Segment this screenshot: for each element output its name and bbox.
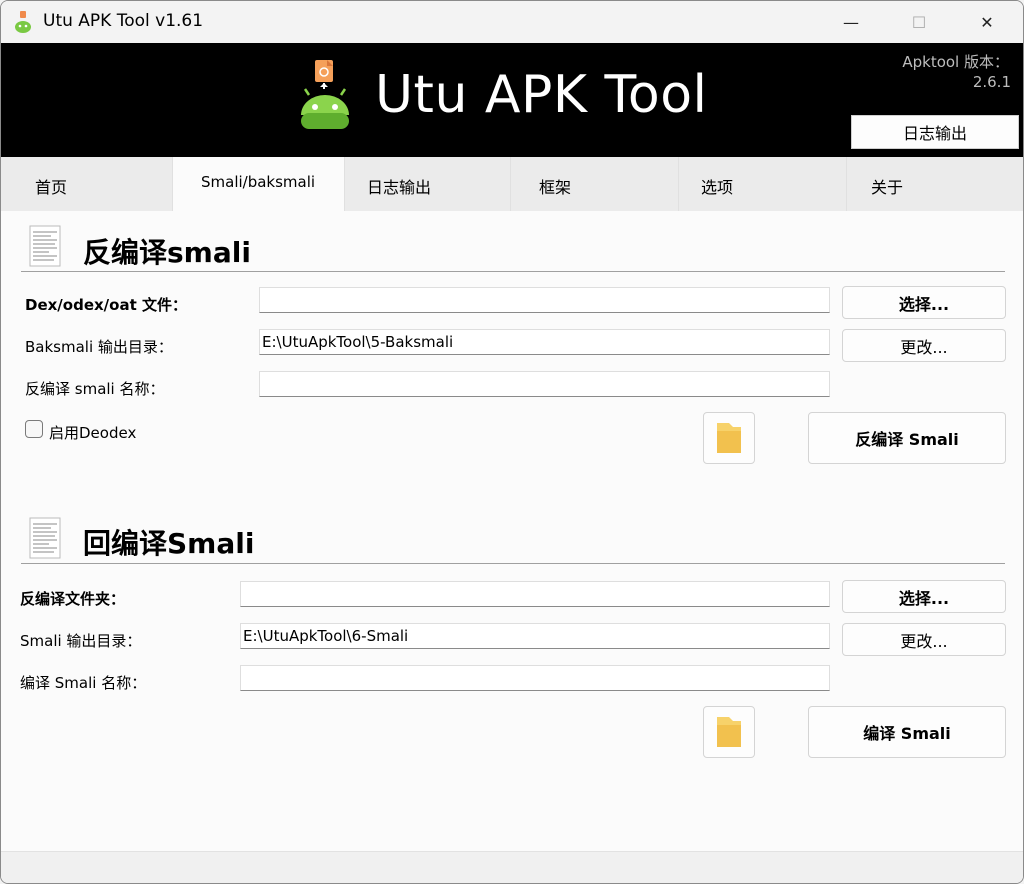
open-folder-button[interactable] bbox=[703, 412, 755, 464]
deodex-checkbox[interactable] bbox=[25, 420, 43, 438]
smali-divider bbox=[21, 563, 1005, 564]
dex-file-input[interactable] bbox=[259, 287, 830, 313]
dex-select-button[interactable]: 选择... bbox=[842, 286, 1006, 319]
tab-options[interactable]: 选项 bbox=[679, 157, 847, 211]
smali-output-input[interactable]: E:\UtuApkTool\6-Smali bbox=[240, 623, 830, 649]
smali-section-title: 回编译Smali bbox=[83, 527, 255, 560]
smali-name-input[interactable] bbox=[240, 665, 830, 691]
apktool-version-value: 2.6.1 bbox=[972, 73, 1011, 91]
minimize-button[interactable]: — bbox=[817, 1, 885, 43]
app-icon bbox=[15, 11, 31, 33]
baksmali-output-change-button[interactable]: 更改... bbox=[842, 329, 1006, 362]
app-window: Utu APK Tool v1.61 — ☐ ✕ Utu APK Tool Ap… bbox=[0, 0, 1024, 884]
status-bar bbox=[1, 851, 1023, 883]
banner-title: Utu APK Tool bbox=[375, 65, 708, 125]
tab-label: 首页 bbox=[35, 178, 68, 197]
smali-run-button[interactable]: 编译 Smali bbox=[808, 706, 1006, 758]
tab-log-output[interactable]: 日志输出 bbox=[345, 157, 511, 211]
window-title: Utu APK Tool v1.61 bbox=[43, 11, 204, 31]
decompiled-folder-label: 反编译文件夹： bbox=[20, 590, 126, 608]
log-output-button[interactable]: 日志输出 bbox=[851, 115, 1019, 149]
dex-file-label: Dex/odex/oat 文件： bbox=[25, 296, 187, 314]
document-icon bbox=[29, 517, 61, 559]
tab-label: 日志输出 bbox=[367, 178, 432, 197]
title-bar[interactable]: Utu APK Tool v1.61 — ☐ ✕ bbox=[1, 1, 1023, 43]
deodex-label[interactable]: 启用Deodex bbox=[49, 422, 136, 443]
smali-output-change-button[interactable]: 更改... bbox=[842, 623, 1006, 656]
baksmali-name-label: 反编译 smali 名称： bbox=[25, 380, 165, 398]
close-button[interactable]: ✕ bbox=[953, 1, 1021, 43]
apktool-version-label: Apktool 版本： bbox=[902, 53, 1009, 71]
baksmali-output-label: Baksmali 输出目录： bbox=[25, 338, 173, 356]
tab-smali-baksmali[interactable]: Smali/baksmali bbox=[173, 157, 345, 211]
tab-label: Smali/baksmali bbox=[201, 173, 316, 191]
tab-bar: 首页 Smali/baksmali 日志输出 框架 选项 关于 bbox=[1, 157, 1023, 211]
baksmali-name-input[interactable] bbox=[259, 371, 830, 397]
baksmali-output-input[interactable]: E:\UtuApkTool\5-Baksmali bbox=[259, 329, 830, 355]
smali-name-label: 编译 Smali 名称： bbox=[20, 674, 147, 692]
folder-icon bbox=[717, 423, 741, 453]
decompiled-folder-input[interactable] bbox=[240, 581, 830, 607]
tab-label: 选项 bbox=[701, 178, 734, 197]
smali-folder-select-button[interactable]: 选择... bbox=[842, 580, 1006, 613]
maximize-button[interactable]: ☐ bbox=[885, 1, 953, 43]
smali-output-label: Smali 输出目录： bbox=[20, 632, 142, 650]
tab-label: 关于 bbox=[871, 178, 904, 197]
tab-home[interactable]: 首页 bbox=[1, 157, 173, 211]
tab-framework[interactable]: 框架 bbox=[511, 157, 679, 211]
open-folder-button[interactable] bbox=[703, 706, 755, 758]
tab-about[interactable]: 关于 bbox=[847, 157, 1023, 211]
tab-label: 框架 bbox=[539, 178, 572, 197]
baksmali-run-button[interactable]: 反编译 Smali bbox=[808, 412, 1006, 464]
baksmali-section-title: 反编译smali bbox=[83, 236, 251, 269]
header-banner: Utu APK Tool Apktool 版本： 2.6.1 日志输出 bbox=[1, 43, 1023, 157]
android-apk-logo-icon bbox=[301, 60, 349, 129]
baksmali-divider bbox=[21, 271, 1005, 272]
folder-icon bbox=[717, 717, 741, 747]
document-icon bbox=[29, 225, 61, 267]
